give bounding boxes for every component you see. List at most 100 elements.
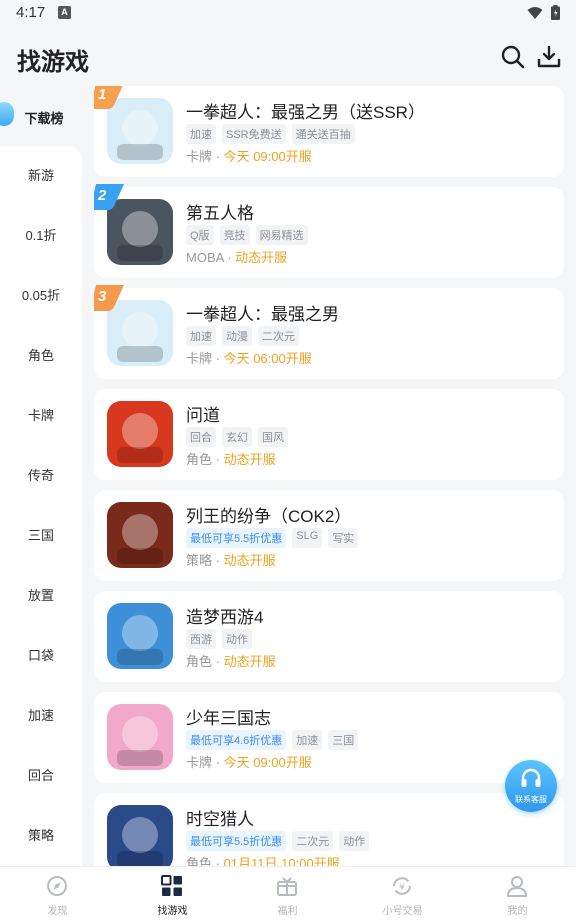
sidebar-item[interactable]: 策略 <box>0 806 82 866</box>
game-meta: 卡牌 · 今天 09:00开服 <box>186 146 312 165</box>
status-icons <box>527 5 560 20</box>
status-bar: 4:17 A <box>0 0 576 26</box>
sidebar-list: 新游 0.1折 0.05折 角色 卡牌 传奇 三国 放置 口袋 加速 回合 策略 <box>0 146 82 866</box>
gift-icon <box>277 877 297 896</box>
server-open-time: 今天 09:00开服 <box>223 149 312 164</box>
game-tag: 西游 <box>186 629 216 649</box>
game-card[interactable]: 问道回合 玄幻 国风角色 · 动态开服 <box>94 389 564 480</box>
sidebar-item[interactable]: 新游 <box>0 146 82 206</box>
separator: · <box>212 755 224 770</box>
game-card[interactable]: 少年三国志 最低可享4.6折优惠 加速 三国 卡牌 · 今天 09:00开服 <box>94 692 564 783</box>
category-sidebar: 下载榜 新游 0.1折 0.05折 角色 卡牌 传奇 三国 放置 口袋 加速 回… <box>0 86 82 866</box>
game-genre: 角色 <box>186 654 213 669</box>
tab-find-games[interactable]: 找游戏 <box>115 867 230 920</box>
game-icon <box>107 805 173 866</box>
sidebar-item[interactable]: 角色 <box>0 326 82 386</box>
sidebar-item[interactable]: 传奇 <box>0 446 82 506</box>
game-icon <box>107 401 173 467</box>
game-tag: 动作 <box>222 629 252 649</box>
rank-number: 2 <box>98 187 107 204</box>
sidebar-item[interactable]: 放置 <box>0 566 82 626</box>
header: 找游戏 <box>0 26 576 86</box>
tab-welfare[interactable]: 福利 <box>230 867 345 920</box>
tab-mine[interactable]: 我的 <box>460 867 575 920</box>
customer-service-button[interactable]: 联系客服 <box>505 760 557 812</box>
server-open-time: 01月11日 10:00开服 <box>223 856 340 866</box>
search-icon <box>501 45 525 69</box>
game-tag: 加速 <box>186 124 216 144</box>
separator: · <box>212 654 224 669</box>
sidebar-item[interactable]: 三国 <box>0 506 82 566</box>
game-icon <box>107 603 173 669</box>
game-name: 第五人格 <box>186 204 254 223</box>
game-tag: 竞技 <box>219 225 250 245</box>
game-tag: 网易精选 <box>255 225 308 245</box>
user-icon <box>506 876 528 897</box>
tag-list: 加速 动漫 二次元 <box>186 326 299 346</box>
game-genre: MOBA <box>186 250 224 265</box>
discount-tag: 最低可享4.6折优惠 <box>186 730 287 750</box>
sidebar-item[interactable]: 口袋 <box>0 626 82 686</box>
download-button[interactable] <box>536 44 562 70</box>
rank-number: 3 <box>98 288 107 305</box>
game-tag: Q版 <box>186 225 214 245</box>
tag-list: 最低可享4.6折优惠 加速 三国 <box>186 730 359 750</box>
status-time: 4:17 <box>16 4 46 21</box>
svg-text:¥: ¥ <box>399 883 405 893</box>
search-button[interactable] <box>500 44 526 70</box>
game-name: 问道 <box>186 406 220 425</box>
sidebar-item-download-rank[interactable]: 下载榜 <box>0 86 82 146</box>
sidebar-item[interactable]: 回合 <box>0 746 82 806</box>
server-open-time: 动态开服 <box>223 452 276 467</box>
game-genre: 卡牌 <box>186 149 213 164</box>
game-name: 一拳超人：最强之男（送SSR） <box>186 103 425 122</box>
game-tag: 回合 <box>186 427 216 447</box>
server-open-time: 动态开服 <box>235 250 288 265</box>
sidebar-item[interactable]: 卡牌 <box>0 386 82 446</box>
tag-list: 加速 SSR免费送 通关送百抽 <box>186 124 355 144</box>
game-genre: 角色 <box>186 856 213 866</box>
separator: · <box>223 250 236 265</box>
game-tag: 玄幻 <box>222 427 252 447</box>
sidebar-item[interactable]: 0.05折 <box>0 266 82 326</box>
game-list: 1 一拳超人：最强之男（送SSR） 加速 SSR免费送 通关送百抽卡牌 · 今天 09:… <box>94 86 564 866</box>
game-tag: 动漫 <box>222 326 252 346</box>
discount-tag: 最低可享5.5折优惠 <box>186 831 287 851</box>
tab-label: 小号交易 <box>382 906 423 917</box>
exchange-icon: ¥ <box>393 877 411 895</box>
game-name: 造梦西游4 <box>186 608 264 627</box>
game-genre: 角色 <box>186 452 213 467</box>
tag-list: Q版 竞技 网易精选 <box>186 225 308 245</box>
game-tag: 通关送百抽 <box>291 124 355 144</box>
game-meta: 角色 · 01月11日 10:00开服 <box>186 853 340 866</box>
notification-icon: A <box>58 6 71 19</box>
rank-number: 1 <box>98 86 107 103</box>
separator: · <box>212 856 224 866</box>
rank-badge: 2 <box>94 184 124 214</box>
sidebar-item[interactable]: 加速 <box>0 686 82 746</box>
game-card[interactable]: 3 一拳超人：最强之男 加速 动漫 二次元 卡牌 · 今天 06:00开服 <box>94 285 564 379</box>
game-tag: 二次元 <box>292 831 334 851</box>
separator: · <box>212 553 224 568</box>
game-tag: 加速 <box>292 730 323 750</box>
customer-service-label: 联系客服 <box>515 795 547 804</box>
tab-account-trade[interactable]: ¥ 小号交易 <box>345 867 460 920</box>
tab-label: 找游戏 <box>157 906 188 917</box>
download-icon <box>537 45 561 68</box>
game-card[interactable]: 造梦西游4 西游 动作 角色 · 动态开服 <box>94 591 564 682</box>
game-card[interactable]: 时空猎人 最低可享5.5折优惠 二次元 动作 角色 · 01月11日 10:00开服 <box>94 793 564 866</box>
tab-discover[interactable]: 发现 <box>0 867 115 920</box>
game-tag: SSR免费送 <box>222 124 286 144</box>
game-tag: 国风 <box>258 427 288 447</box>
server-open-time: 动态开服 <box>223 654 276 669</box>
rank-badge: 3 <box>94 285 124 315</box>
discount-tag: 最低可享5.5折优惠 <box>186 528 287 548</box>
game-card[interactable]: 列王的纷争（COK2） 最低可享5.5折优惠 SLG 写实 策略 · 动态开服 <box>94 490 564 581</box>
compass-icon <box>47 876 67 896</box>
game-meta: 角色 · 动态开服 <box>186 449 276 468</box>
sidebar-item[interactable]: 0.1折 <box>0 206 82 266</box>
bottom-tab-bar: 发现 找游戏 福利 ¥ 小号交易 我的 <box>0 866 576 920</box>
game-card[interactable]: 1 一拳超人：最强之男（送SSR） 加速 SSR免费送 通关送百抽卡牌 · 今天 09:… <box>94 86 564 177</box>
wifi-icon <box>527 6 543 19</box>
game-card[interactable]: 2 第五人格 Q版 竞技 网易精选 MOBA · 动态开服 <box>94 184 564 278</box>
